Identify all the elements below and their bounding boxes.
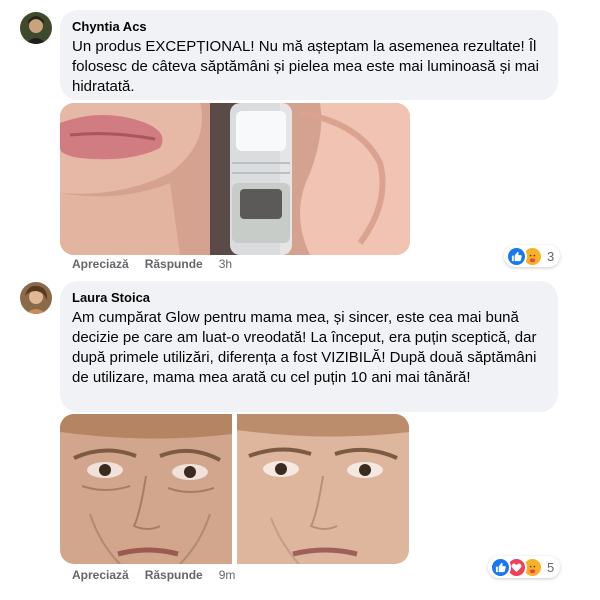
comment-bubble: Chyntia Acs Un produs EXCEPȚIONAL! Nu mă… (60, 10, 558, 100)
avatar[interactable] (20, 282, 52, 314)
reaction-summary[interactable]: 5 (488, 556, 561, 578)
comment-text: Un produs EXCEPȚIONAL! Nu mă așteptam la… (72, 38, 539, 95)
comment-bubble: Laura Stoica Am cumpărat Glow pentru mam… (60, 281, 558, 412)
avatar[interactable] (20, 12, 52, 44)
comment-photo[interactable] (60, 103, 410, 255)
author-name[interactable]: Chyntia Acs (72, 18, 546, 35)
reply-link[interactable]: Răspunde (145, 568, 203, 582)
reaction-summary[interactable]: 3 (504, 245, 561, 267)
comment-text: Am cumpărat Glow pentru mama mea, și sin… (72, 309, 537, 386)
like-icon (506, 245, 527, 267)
comment-actions: Apreciază Răspunde 3h (72, 257, 232, 271)
reaction-count: 3 (547, 248, 555, 264)
comment-photo-before-after[interactable] (60, 414, 409, 564)
author-name[interactable]: Laura Stoica (72, 289, 546, 306)
comment-time[interactable]: 9m (219, 568, 236, 582)
like-link[interactable]: Apreciază (72, 257, 129, 271)
like-link[interactable]: Apreciază (72, 568, 129, 582)
reaction-count: 5 (547, 559, 555, 575)
reply-link[interactable]: Răspunde (145, 257, 203, 271)
like-icon (490, 556, 511, 578)
comment-actions: Apreciază Răspunde 9m (72, 568, 235, 582)
comment-time[interactable]: 3h (219, 257, 232, 271)
